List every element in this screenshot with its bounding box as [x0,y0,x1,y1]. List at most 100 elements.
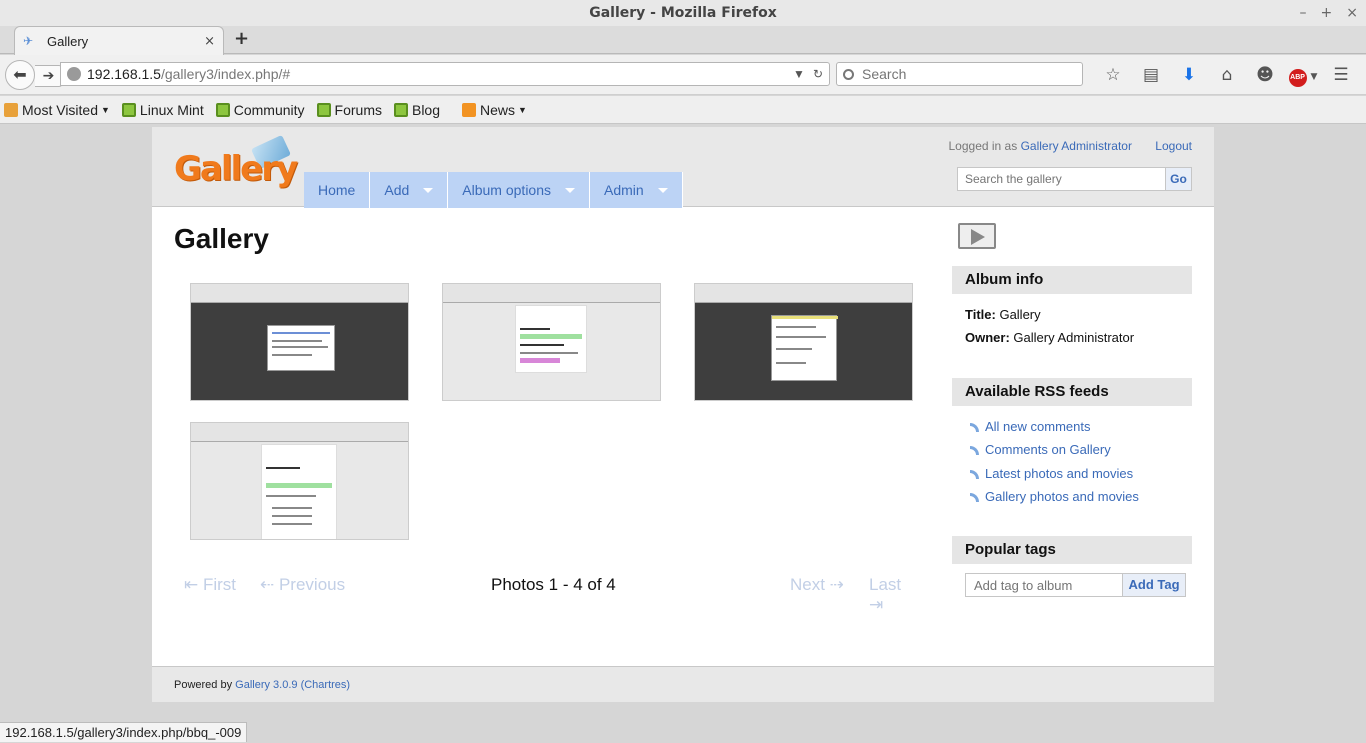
add-tag-button[interactable]: Add Tag [1122,573,1186,597]
dropdown-arrow-icon [565,187,575,193]
pager-next[interactable]: Next ⇢ [790,575,844,595]
user-link[interactable]: Gallery Administrator [1021,139,1132,153]
album-title-value: Gallery [999,307,1041,322]
gallery-search-input[interactable] [957,167,1165,191]
dropdown-arrow-icon [657,187,668,193]
add-tag-form: Add Tag [965,573,1186,597]
smiley-icon[interactable]: ☻ [1246,65,1284,85]
folder-icon [4,102,18,117]
tab-strip: ✈ Gallery × + [0,26,1366,55]
tab-close-icon[interactable]: × [204,34,215,49]
url-actions: ▼ ↻ [793,67,829,81]
download-icon[interactable]: ⬇ [1170,65,1208,85]
bookmark-forums[interactable]: Forums [316,102,382,118]
rss-heading: Available RSS feeds [952,378,1192,406]
play-icon [971,229,985,245]
album-owner-label: Owner: [965,330,1010,345]
rss-feed-link[interactable]: Gallery photos and movies [970,489,1139,504]
thumb-dialog [515,305,587,373]
page-title: Gallery [174,223,269,254]
pager-last[interactable]: Last ⇥ [869,575,920,615]
tab-gallery[interactable]: ✈ Gallery × [14,26,224,55]
forward-button[interactable]: ➔ [35,65,63,87]
menu-add[interactable]: Add [370,172,449,208]
gallery-favicon-icon: ✈ [23,34,34,48]
rss-feed-link[interactable]: All new comments [970,419,1090,434]
chevron-down-icon: ▼ [518,104,527,115]
window-title: Gallery - Mozilla Firefox [589,5,777,21]
page-viewport: Gallery Logged in as Gallery Administrat… [0,125,1366,743]
menu-album-options[interactable]: Album options [448,172,590,208]
rss-feed-link[interactable]: Comments on Gallery [970,442,1111,457]
window-titlebar: Gallery - Mozilla Firefox – + × [0,0,1366,26]
pager-first[interactable]: ⇤ First [184,575,236,595]
adblock-icon[interactable]: ABP ▼ [1284,64,1322,87]
bookmark-community[interactable]: Community [215,102,305,118]
menu-home[interactable]: Home [304,172,371,208]
thumb-browser-chrome [191,423,408,442]
menu-label: Home [318,182,356,198]
thumb-dialog [771,315,838,381]
back-button[interactable]: ⬅ [5,60,35,90]
window-controls: – + × [1300,0,1358,26]
arrow-right-icon: ➔ [42,68,55,84]
bookmark-star-icon[interactable]: ☆ [1094,65,1132,85]
slideshow-button[interactable] [958,223,996,249]
status-bar-url: 192.168.1.5/gallery3/index.php/bbq_-009 [0,722,248,742]
dropdown-arrow-icon [423,187,434,193]
thumb-browser-chrome [191,284,408,303]
url-path: /gallery3/index.php/# [160,66,291,82]
main-menu: Home Add Album options Admin [304,172,683,208]
rss-feed-icon [970,446,979,455]
bookmark-blog[interactable]: Blog [393,101,441,118]
reading-list-icon[interactable]: ▤ [1132,65,1170,85]
rss-feed-link[interactable]: Latest photos and movies [970,466,1133,481]
footer-gallery-link[interactable]: Gallery 3.0.9 (Chartres) [235,679,350,691]
rss-feed-icon [970,470,979,479]
url-dropdown-icon[interactable]: ▼ [793,67,805,81]
arrow-left-icon: ⬅ [13,65,27,84]
menu-admin[interactable]: Admin [590,172,683,208]
add-tag-input[interactable] [965,573,1122,597]
reload-icon[interactable]: ↻ [813,67,823,81]
bookmark-label: Blog [411,101,441,118]
photo-thumbnail[interactable] [190,422,409,540]
mint-icon [393,102,408,117]
menu-label: Admin [604,182,644,198]
new-tab-icon[interactable]: + [234,28,249,49]
pager-previous[interactable]: ⇠ Previous [260,575,345,595]
gallery-logo[interactable]: Gallery [174,149,298,189]
photo-thumbnail[interactable] [442,283,661,401]
rss-feed-label: Gallery photos and movies [985,489,1139,504]
gallery-footer: Powered by Gallery 3.0.9 (Chartres) [152,666,1214,702]
search-go-button[interactable]: Go [1165,167,1192,191]
bookmark-linux-mint[interactable]: Linux Mint [121,101,204,118]
home-icon[interactable]: ⌂ [1208,65,1246,85]
logout-link[interactable]: Logout [1155,139,1192,153]
rss-feed-label: All new comments [985,419,1091,434]
minimize-icon[interactable]: – [1300,0,1307,26]
pager-count: Photos 1 - 4 of 4 [491,575,616,594]
menu-label: Add [384,182,410,198]
gallery-header: Gallery Logged in as Gallery Administrat… [152,127,1214,208]
login-info: Logged in as Gallery Administrator Logou… [949,139,1193,153]
browser-search-input[interactable] [862,66,1062,82]
pager: ⇤ First ⇠ Previous Photos 1 - 4 of 4 Nex… [174,575,920,614]
thumb-body [191,303,408,400]
close-window-icon[interactable]: × [1346,0,1358,26]
photo-thumbnail[interactable] [190,283,409,401]
photo-thumbnail[interactable] [694,283,913,401]
maximize-icon[interactable]: + [1321,0,1333,26]
url-host: 192.168.1.5 [87,66,161,82]
thumb-body [443,303,660,400]
bookmark-news[interactable]: News ▼ [462,102,527,118]
album-info-heading: Album info [952,266,1192,294]
url-bar[interactable]: 192.168.1.5/gallery3/index.php/# ▼ ↻ [60,62,830,86]
tab-title: Gallery [47,33,89,49]
bookmark-label: Linux Mint [139,101,204,118]
rss-feed-label: Comments on Gallery [985,442,1111,457]
thumb-body [191,442,408,539]
browser-search-bar[interactable] [836,62,1083,86]
hamburger-menu-icon[interactable]: ☰ [1322,65,1360,85]
bookmark-most-visited[interactable]: Most Visited ▼ [4,102,110,118]
